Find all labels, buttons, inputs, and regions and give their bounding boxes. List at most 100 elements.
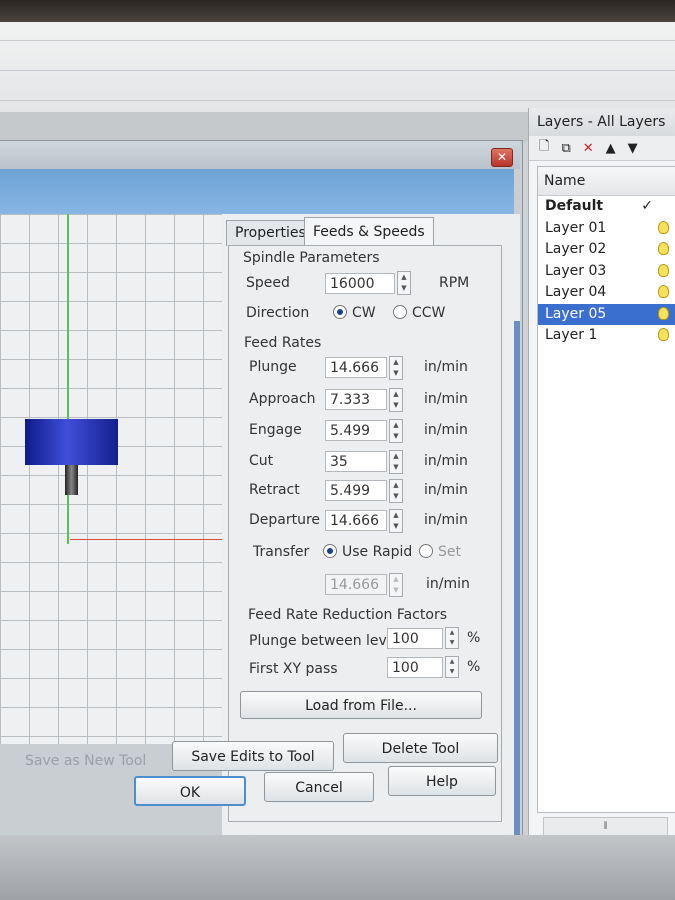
monitor-bezel [0,0,675,22]
first-xy-pass-spinner[interactable]: ▲ ▼ [445,656,459,678]
delete-tool-button[interactable]: Delete Tool [343,733,498,763]
plunge-unit: in/min [424,359,468,375]
preview-grid [0,214,222,744]
x-axis-line [70,539,222,540]
spindle-section-title: Spindle Parameters [243,250,380,266]
departure-label: Departure [249,512,321,528]
tool-shank-graphic [65,465,78,495]
departure-spinner[interactable]: ▲ ▼ [389,509,403,533]
toolbar-divider [0,70,675,71]
engage-label: Engage [249,422,302,438]
use-rapid-label: Use Rapid [342,544,413,560]
plunge-between-levels-input[interactable]: 100 [387,628,443,649]
move-down-icon[interactable]: ▼ [628,141,638,156]
layer-label: Layer 1 [545,327,598,343]
radio-unselected-icon [393,305,407,319]
engage-input[interactable]: 5.499 [325,420,387,441]
retract-input[interactable]: 5.499 [325,480,387,501]
approach-spinner[interactable]: ▲ ▼ [389,388,403,412]
layer-label: Layer 04 [545,284,607,300]
ok-button[interactable]: OK [134,776,246,806]
transfer-set-radio[interactable]: Set [419,544,461,560]
approach-label: Approach [249,391,316,407]
speed-unit: RPM [439,275,470,291]
cw-label: CW [352,305,376,321]
engage-spinner[interactable]: ▲ ▼ [389,419,403,443]
plunge-input[interactable]: 14.666 [325,357,387,378]
save-edits-button[interactable]: Save Edits to Tool [172,741,334,771]
approach-unit: in/min [424,391,468,407]
ccw-label: CCW [412,305,446,321]
layer-item-layer-05[interactable]: Layer 05 [538,303,675,325]
layer-item-layer-04[interactable]: Layer 04 [538,282,675,304]
plunge-between-levels-label: Plunge between levels [249,633,407,649]
cut-label: Cut [249,453,274,469]
departure-input[interactable]: 14.666 [325,510,387,531]
engage-unit: in/min [424,422,468,438]
workspace-background [0,112,530,142]
departure-unit: in/min [424,512,468,528]
direction-cw-radio[interactable]: CW [333,305,376,321]
approach-input[interactable]: 7.333 [325,389,387,410]
transfer-rate-unit: in/min [426,576,470,592]
cut-input[interactable]: 35 [325,451,387,472]
delete-icon[interactable]: ✕ [583,141,594,156]
plunge-between-levels-spinner[interactable]: ▲ ▼ [445,627,459,649]
direction-ccw-radio[interactable]: CCW [393,305,445,321]
speed-spinner[interactable]: ▲ ▼ [397,271,411,295]
set-label: Set [438,544,461,560]
visibility-bulb-icon[interactable] [658,242,669,255]
layer-item-default[interactable]: Default ✓ [538,196,675,218]
dialog-scrollbar-edge [514,321,520,841]
copy-layer-icon[interactable]: ⧉ [561,141,570,156]
layer-item-layer-1[interactable]: Layer 1 [538,325,675,347]
radio-unselected-icon [419,544,433,558]
visibility-bulb-icon[interactable] [658,328,669,341]
retract-spinner[interactable]: ▲ ▼ [389,479,403,503]
first-xy-pass-input[interactable]: 100 [387,657,443,678]
plunge-label: Plunge [249,359,297,375]
layer-item-layer-02[interactable]: Layer 02 [538,239,675,261]
current-layer-check-icon: ✓ [641,198,653,214]
taskbar-area [0,835,675,900]
help-button[interactable]: Help [388,766,496,796]
cut-unit: in/min [424,453,468,469]
speed-input[interactable]: 16000 [325,273,395,294]
visibility-bulb-icon[interactable] [658,263,669,277]
layers-panel: Layers - All Layers 🗋 ⧉ ✕ ▲ ▼ Name Defau… [528,108,675,843]
visibility-bulb-icon[interactable] [658,285,669,298]
retract-label: Retract [249,482,300,498]
tab-properties[interactable]: Properties [226,220,315,246]
transfer-rate-spinner: ▲ ▼ [389,573,403,597]
column-header-name[interactable]: Name [538,167,675,196]
layer-label: Layer 05 [545,305,607,322]
visibility-bulb-icon[interactable] [658,306,669,320]
layer-label: Layer 02 [545,241,607,257]
first-xy-pass-unit: % [467,659,481,675]
horizontal-scrollbar[interactable]: ⦀ [543,817,668,837]
app-toolbar-area [0,22,675,113]
layers-toolbar: 🗋 ⧉ ✕ ▲ ▼ [529,136,675,161]
plunge-spinner[interactable]: ▲ ▼ [389,356,403,380]
new-layer-icon[interactable]: 🗋 [539,137,549,159]
close-icon[interactable]: ✕ [491,148,513,167]
visibility-bulb-icon[interactable] [658,220,669,234]
layer-item-layer-03[interactable]: Layer 03 [538,261,675,283]
tool-dialog: ✕ Properties Feeds & Speeds Spindle Para… [0,140,523,841]
reduction-section-title: Feed Rate Reduction Factors [248,607,447,623]
toolbar-divider [0,40,675,41]
cut-spinner[interactable]: ▲ ▼ [389,450,403,474]
radio-selected-icon [333,305,347,319]
toolbar-divider [0,100,675,101]
cancel-button[interactable]: Cancel [264,772,374,802]
move-up-icon[interactable]: ▲ [606,141,616,156]
transfer-label: Transfer [253,544,310,560]
layer-item-layer-01[interactable]: Layer 01 [538,218,675,240]
first-xy-pass-label: First XY pass [249,661,338,677]
tab-feeds-speeds[interactable]: Feeds & Speeds [304,217,434,246]
transfer-use-rapid-radio[interactable]: Use Rapid [323,544,412,560]
retract-unit: in/min [424,482,468,498]
plunge-between-levels-unit: % [467,630,481,646]
load-from-file-button[interactable]: Load from File... [240,691,482,719]
layer-label: Default [545,198,604,214]
